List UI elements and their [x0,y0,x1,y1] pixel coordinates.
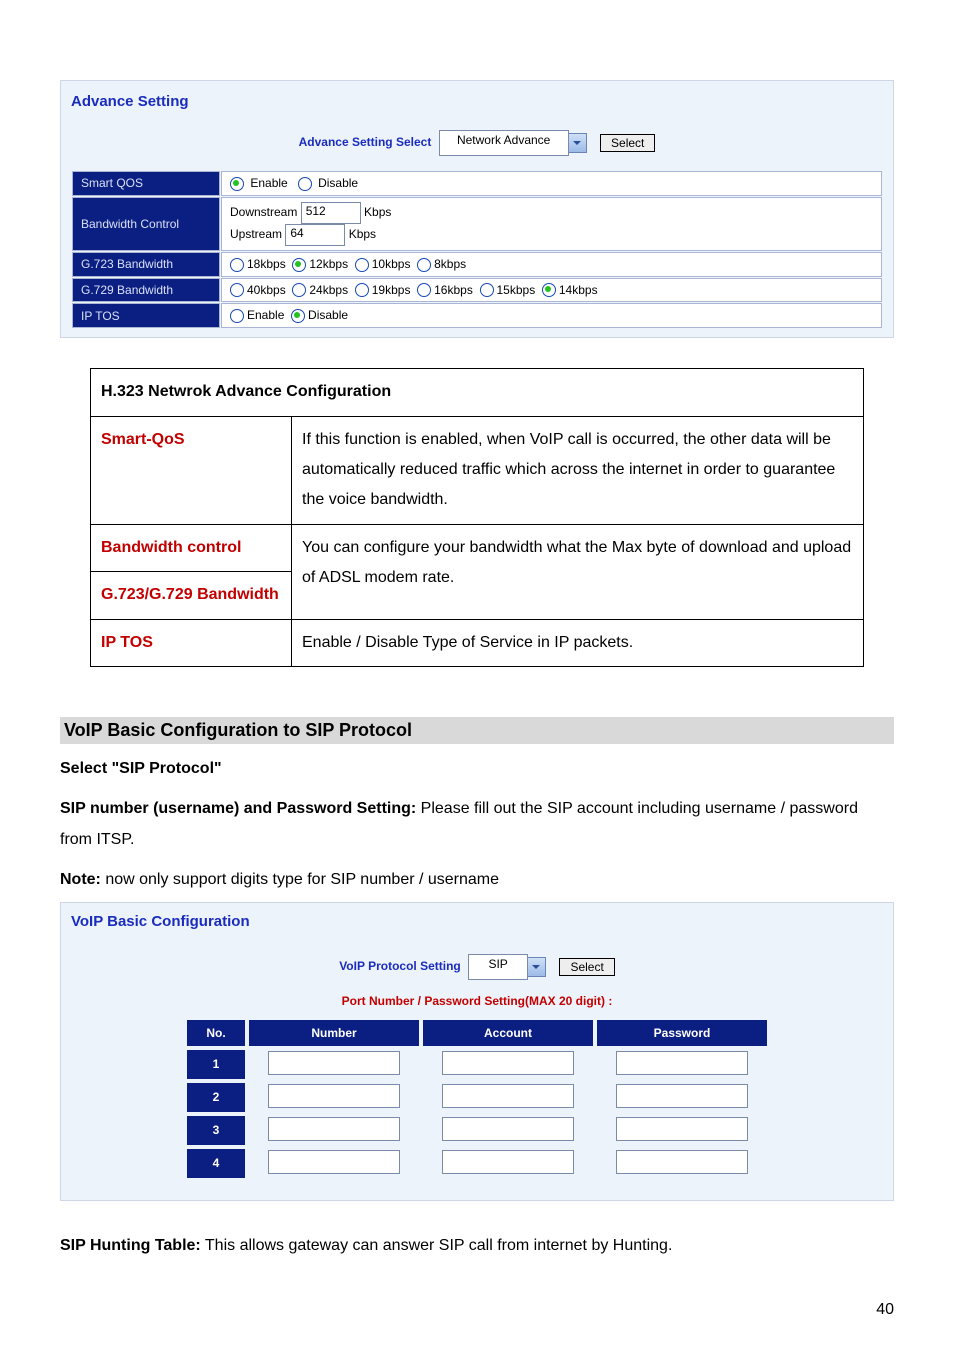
row-label-g729: G.729 Bandwidth [72,278,220,303]
table-row: 4 [187,1149,767,1178]
expl-g723g729-left: G.723/G.729 Bandwidth [91,572,292,619]
radio-g729-15[interactable] [480,283,494,297]
account-input-1[interactable] [442,1051,574,1075]
voip-protocol-label: VoIP Protocol Setting [339,959,461,973]
explanation-table: H.323 Netwrok Advance Configuration Smar… [90,368,864,667]
advance-select-value[interactable]: Network Advance [439,130,569,156]
voip-basic-panel: VoIP Basic Configuration VoIP Protocol S… [60,902,894,1201]
number-input-2[interactable] [268,1084,400,1108]
row-value-smart-qos: Enable Disable [221,171,882,196]
radio-smart-qos-enable[interactable] [230,177,244,191]
radio-g723-12[interactable] [292,258,306,272]
radio-g723-10[interactable] [355,258,369,272]
table-row: 2 [187,1083,767,1112]
password-input-1[interactable] [616,1051,748,1075]
number-input-1[interactable] [268,1051,400,1075]
advance-select-label: Advance Setting Select [299,135,432,149]
expl-bandwidth-left: Bandwidth control [91,524,292,571]
radio-g729-16[interactable] [417,283,431,297]
advance-select-button[interactable]: Select [600,134,655,152]
account-input-3[interactable] [442,1117,574,1141]
radio-g723-8[interactable] [417,258,431,272]
radio-iptos-disable[interactable] [291,309,305,323]
row-label-bandwidth-control: Bandwidth Control [72,197,220,251]
expl-header: H.323 Netwrok Advance Configuration [91,369,864,416]
radio-g729-14[interactable] [542,283,556,297]
col-password: Password [597,1020,767,1046]
para-sip-number: SIP number (username) and Password Setti… [60,794,894,855]
table-row: 1 [187,1050,767,1079]
section-heading: VoIP Basic Configuration to SIP Protocol [60,717,894,744]
para-note: Note: now only support digits type for S… [60,865,894,895]
row-no-3: 3 [187,1116,245,1145]
expl-smart-qos-right: If this function is enabled, when VoIP c… [292,416,864,524]
radio-g723-18[interactable] [230,258,244,272]
upstream-input[interactable]: 64 [285,224,345,246]
row-label-ip-tos: IP TOS [72,303,220,328]
para-sip-hunting: SIP Hunting Table: This allows gateway c… [60,1231,894,1261]
row-value-g729: 40kbps 24kbps 19kbps 16kbps 15kbps 14kbp… [221,278,882,303]
table-row: 3 [187,1116,767,1145]
voip-protocol-select-button[interactable]: Select [559,958,614,976]
voip-protocol-value[interactable]: SIP [468,954,528,980]
radio-g729-19[interactable] [355,283,369,297]
row-value-g723: 18kbps 12kbps 10kbps 8kbps [221,252,882,277]
advance-setting-panel: Advance Setting Advance Setting Select N… [60,80,894,338]
chevron-down-icon[interactable] [569,133,587,153]
password-input-2[interactable] [616,1084,748,1108]
radio-g729-40[interactable] [230,283,244,297]
expl-bandwidth-right: You can configure your bandwidth what th… [292,524,864,619]
port-password-subheading: Port Number / Password Setting(MAX 20 di… [71,994,883,1008]
voip-protocol-row: VoIP Protocol Setting SIP Select [71,954,883,980]
explanation-table-wrap: H.323 Netwrok Advance Configuration Smar… [90,368,864,667]
advance-settings-table: Smart QOS Enable Disable Bandwidth Contr… [71,170,883,329]
chevron-down-icon[interactable] [528,957,546,977]
account-input-4[interactable] [442,1150,574,1174]
col-account: Account [423,1020,593,1046]
row-value-ip-tos: Enable Disable [221,303,882,328]
row-no-1: 1 [187,1050,245,1079]
advance-setting-title: Advance Setting [71,93,883,110]
expl-iptos-left: IP TOS [91,619,292,666]
expl-iptos-right: Enable / Disable Type of Service in IP p… [292,619,864,666]
para-select-sip: Select "SIP Protocol" [60,754,894,784]
page-number: 40 [60,1301,894,1319]
voip-basic-title: VoIP Basic Configuration [71,913,883,930]
radio-g729-24[interactable] [292,283,306,297]
expl-smart-qos-left: Smart-QoS [91,416,292,524]
col-number: Number [249,1020,419,1046]
radio-smart-qos-disable[interactable] [298,177,312,191]
number-input-3[interactable] [268,1117,400,1141]
sip-accounts-table: No. Number Account Password 1 2 3 [183,1016,771,1182]
account-input-2[interactable] [442,1084,574,1108]
row-value-bandwidth-control: Downstream 512 Kbps Upstream 64 Kbps [221,197,882,251]
password-input-3[interactable] [616,1117,748,1141]
advance-select-row: Advance Setting Select Network Advance S… [71,130,883,156]
row-no-2: 2 [187,1083,245,1112]
row-label-smart-qos: Smart QOS [72,171,220,196]
downstream-input[interactable]: 512 [301,202,361,224]
number-input-4[interactable] [268,1150,400,1174]
radio-iptos-enable[interactable] [230,309,244,323]
row-label-g723: G.723 Bandwidth [72,252,220,277]
col-no: No. [187,1020,245,1046]
password-input-4[interactable] [616,1150,748,1174]
row-no-4: 4 [187,1149,245,1178]
